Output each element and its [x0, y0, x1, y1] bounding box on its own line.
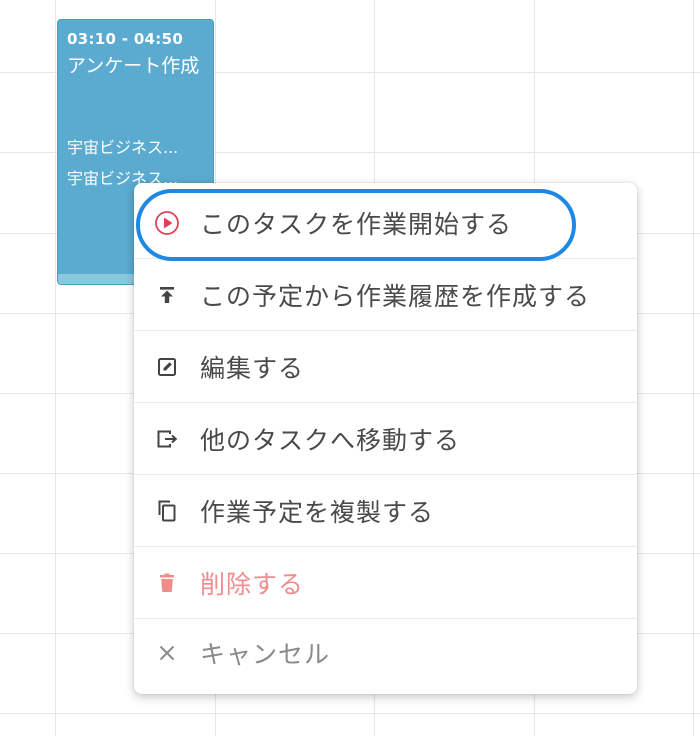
menu-item-create-history[interactable]: この予定から作業履歴を作成する: [134, 259, 637, 331]
trash-icon: [154, 570, 180, 596]
menu-item-start-task[interactable]: このタスクを作業開始する: [134, 187, 637, 259]
menu-item-move[interactable]: 他のタスクへ移動する: [134, 403, 637, 475]
menu-item-duplicate[interactable]: 作業予定を複製する: [134, 475, 637, 547]
menu-item-label: このタスクを作業開始する: [200, 209, 513, 239]
context-menu: このタスクを作業開始する この予定から作業履歴を作成する 編集する 他のタスクへ…: [134, 183, 637, 694]
menu-item-label: 作業予定を複製する: [200, 497, 435, 527]
grid-line: [55, 0, 56, 736]
menu-item-cancel[interactable]: キャンセル: [134, 617, 637, 689]
play-circle-icon: [154, 210, 180, 236]
close-icon: [154, 640, 180, 666]
copy-icon: [154, 498, 180, 524]
move-icon: [154, 426, 180, 452]
grid-line: [693, 0, 694, 736]
calendar-view: 03:10 - 04:50 アンケート作成 宇宙ビジネス... 宇宙ビジネス..…: [0, 0, 700, 736]
menu-item-label: 編集する: [200, 353, 305, 383]
menu-item-delete[interactable]: 削除する: [134, 547, 637, 619]
menu-item-label: 削除する: [200, 569, 305, 599]
menu-item-label: 他のタスクへ移動する: [200, 425, 461, 455]
event-time: 03:10 - 04:50: [67, 30, 184, 48]
event-project: 宇宙ビジネス...: [67, 138, 179, 157]
menu-item-edit[interactable]: 編集する: [134, 331, 637, 403]
menu-item-label: キャンセル: [200, 640, 331, 669]
grid-line: [0, 713, 700, 714]
event-title: アンケート作成: [67, 55, 200, 77]
upload-icon: [154, 282, 180, 308]
menu-item-label: この予定から作業履歴を作成する: [200, 281, 591, 311]
edit-icon: [154, 354, 180, 380]
